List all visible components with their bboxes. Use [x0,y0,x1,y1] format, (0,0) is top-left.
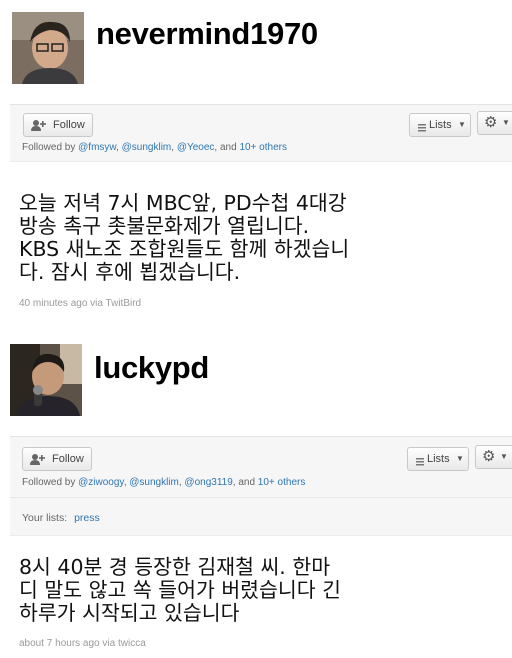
gear-icon: ⚙ [484,114,498,131]
caret-down-icon: ▼ [458,120,466,129]
followed-by: Followed by @fmsyw, @sungklim, @Yeoec, a… [22,142,287,153]
caret-down-icon: ▼ [500,452,508,461]
followed-by-prefix: Followed by [22,477,76,488]
list-icon [418,120,426,142]
username[interactable]: nevermind1970 [96,16,318,52]
tweet-timestamp[interactable]: about 7 hours ago [19,638,100,649]
follow-button[interactable]: Follow [22,447,92,471]
gear-icon: ⚙ [482,448,496,465]
lists-button[interactable]: Lists ▼ [409,113,471,137]
others-link[interactable]: 10+ others [239,142,287,153]
lists-button[interactable]: Lists ▼ [407,447,469,471]
avatar[interactable] [12,12,84,84]
tweet-meta: 40 minutes ago via TwitBird [19,298,141,309]
followed-by: Followed by @ziwoogy, @sungklim, @ong311… [22,477,306,488]
follow-button[interactable]: Follow [23,113,93,137]
caret-down-icon: ▼ [502,118,510,127]
others-link[interactable]: 10+ others [258,477,306,488]
settings-button[interactable]: ⚙ ▼ [477,111,512,135]
username[interactable]: luckypd [94,350,209,386]
follow-label: Follow [52,453,84,465]
your-lists-label: Your lists: [22,512,68,524]
follower-link[interactable]: @sungklim [129,477,179,488]
your-lists: Your lists: press [22,512,100,524]
profile-actions-bar: Follow Lists ▼ ⚙ ▼ Followed by @ziwoogy,… [10,436,512,536]
settings-button[interactable]: ⚙ ▼ [475,445,512,469]
tweet-meta: about 7 hours ago via twicca [19,638,146,649]
person-plus-icon [30,452,45,474]
follower-link[interactable]: @ong3119 [184,477,232,488]
person-plus-icon [31,118,46,140]
list-link-press[interactable]: press [74,512,100,524]
tweet-text: 오늘 저녁 7시 MBC앞, PD수첩 4대강 방송 촉구 촛불문화제가 열립니… [19,191,350,284]
tweet-text: 8시 40분 경 등장한 김재철 씨. 한마 디 말도 않고 쏙 들어가 버렸습… [19,555,341,625]
follower-link[interactable]: @ziwoogy [78,477,124,488]
lists-label: Lists [429,119,452,131]
lists-label: Lists [427,453,450,465]
caret-down-icon: ▼ [456,454,464,463]
list-icon [416,454,424,476]
divider [10,497,512,498]
followed-by-prefix: Followed by [22,142,76,153]
follower-link[interactable]: @sungklim [122,142,172,153]
follow-label: Follow [53,119,85,131]
profile-actions-bar: Follow Lists ▼ ⚙ ▼ Followed by @fmsyw, @… [10,104,512,162]
and-label: and [219,142,237,153]
and-label: and [238,477,256,488]
avatar[interactable] [10,344,82,416]
follower-link[interactable]: @Yeoec [177,142,215,153]
follower-link[interactable]: @fmsyw [78,142,116,153]
tweet-source[interactable]: via TwitBird [90,298,141,309]
tweet-timestamp[interactable]: 40 minutes ago [19,298,87,309]
tweet-source[interactable]: via twicca [102,638,145,649]
